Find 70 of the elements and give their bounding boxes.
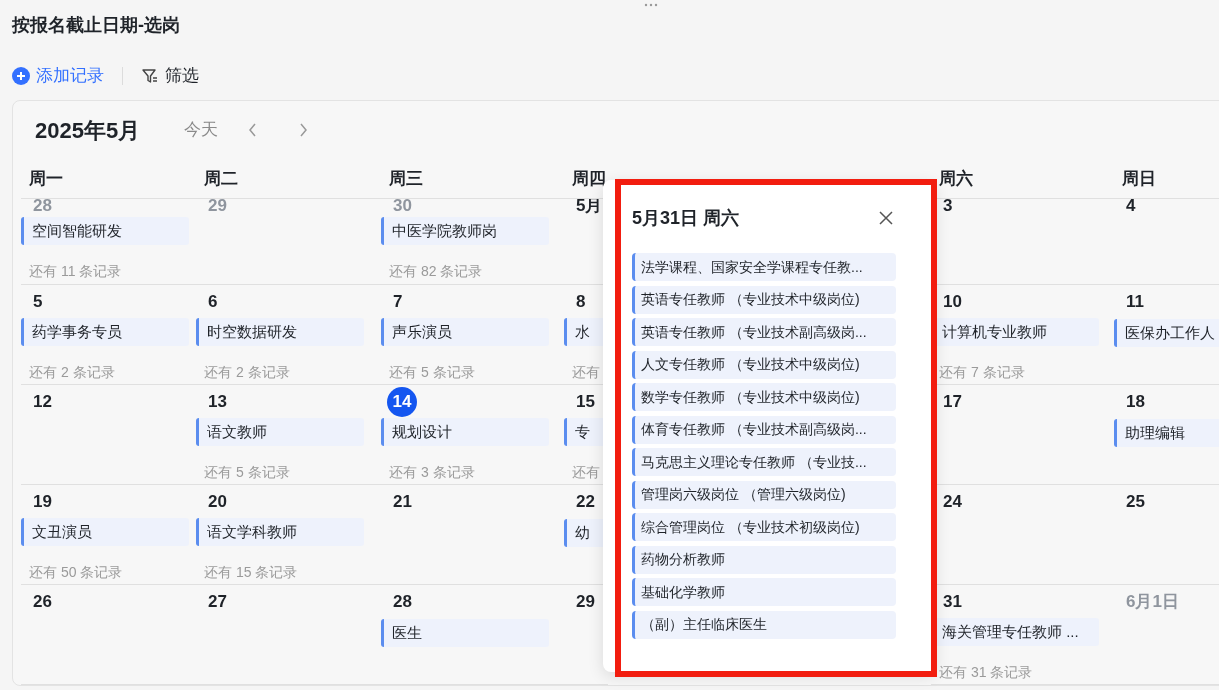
event-chip[interactable]: 医生 [381, 619, 549, 647]
day-number: 30 [393, 199, 412, 213]
day-number: 10 [943, 291, 962, 313]
event-chip[interactable]: 助理编辑 [1114, 419, 1219, 447]
event-chip[interactable]: 医保办工作人 [1114, 319, 1219, 347]
day-number: 5 [33, 291, 43, 313]
weekday-header: 周一 [29, 167, 63, 190]
event-chip[interactable]: 声乐演员 [381, 318, 549, 347]
event-chip[interactable]: 数学专任教师 （专业技术中级岗位) [632, 383, 896, 411]
day-number: 20 [208, 491, 227, 513]
day-number: 13 [208, 391, 227, 413]
event-chip[interactable]: 人文专任教师 （专业技术中级岗位) [632, 350, 896, 379]
event-chip[interactable]: 中医学院教师岗 [381, 217, 549, 245]
plus-circle-icon [12, 67, 30, 85]
event-chip[interactable]: 空间智能研发 [21, 217, 189, 245]
event-chip[interactable]: 基础化学教师 [632, 578, 896, 606]
day-number: 7 [393, 291, 403, 313]
next-icon[interactable] [298, 122, 309, 138]
day-number: 24 [943, 491, 962, 514]
drag-handle-icon[interactable] [643, 2, 659, 8]
event-chip[interactable]: 法学课程、国家安全学课程专任教... [632, 253, 896, 281]
day-number: 29 [208, 199, 227, 213]
day-number: 4 [1126, 199, 1136, 213]
day-number: 12 [33, 391, 52, 414]
day-number: 22 [576, 491, 595, 514]
month-title: 2025年5月 [35, 116, 141, 145]
event-chip[interactable]: 马克思主义理论专任教师 （专业技... [632, 448, 896, 476]
weekday-header: 周二 [204, 167, 238, 190]
day-number: 15 [576, 391, 595, 413]
day-number: 28 [393, 591, 412, 614]
day-number: 19 [33, 491, 52, 513]
day-number: 17 [943, 391, 962, 414]
event-chip[interactable]: 药物分析教师 [632, 545, 896, 574]
day-number: 29 [576, 591, 595, 614]
day-number: 11 [1126, 291, 1144, 314]
day-number: 8 [576, 291, 586, 313]
day-number: 18 [1126, 391, 1145, 414]
day-number: 28 [33, 199, 52, 213]
view-title: 按报名截止日期-选岗 [12, 14, 180, 37]
add-record-button[interactable]: 添加记录 [12, 63, 104, 89]
day-number: 14 [387, 386, 417, 417]
day-number: 6 [208, 291, 218, 313]
day-number: 3 [943, 199, 953, 213]
event-chip[interactable]: 规划设计 [381, 418, 549, 447]
day-number: 6月1日 [1126, 591, 1179, 614]
weekday-header: 周六 [939, 167, 973, 190]
weekday-header: 周日 [1122, 167, 1156, 190]
event-chip[interactable]: 体育专任教师 （专业技术副高级岗... [632, 415, 896, 444]
event-chip[interactable]: 管理岗六级岗位 （管理六级岗位) [632, 480, 896, 509]
popup-title: 5月31日 周六 [632, 206, 740, 230]
event-chip[interactable]: 药学事务专员 [21, 318, 189, 347]
event-chip[interactable]: 时空数据研发 [196, 318, 364, 347]
event-chip[interactable]: 英语专任教师 （专业技术中级岗位) [632, 285, 896, 314]
day-number: 26 [33, 591, 52, 614]
close-icon[interactable] [878, 210, 894, 226]
filter-icon [141, 67, 159, 85]
previous-icon[interactable] [248, 122, 259, 138]
day-number: 25 [1126, 491, 1145, 514]
filter-button[interactable]: 筛选 [141, 63, 199, 89]
event-chip[interactable]: 文丑演员 [21, 518, 189, 547]
event-chip[interactable]: 语文学科教师 [196, 518, 364, 547]
event-chip[interactable]: 英语专任教师 （专业技术副高级岗... [632, 318, 896, 346]
event-chip[interactable]: 综合管理岗位 （专业技术初级岗位) [632, 513, 896, 541]
weekday-header: 周四 [572, 167, 606, 190]
day-number: 27 [208, 591, 227, 614]
day-number: 21 [393, 491, 412, 514]
event-chip[interactable]: 语文教师 [196, 418, 364, 447]
event-chip[interactable]: （副）主任临床医生 [632, 610, 896, 639]
day-number: 31 [943, 591, 962, 613]
weekday-header: 周三 [389, 167, 423, 190]
